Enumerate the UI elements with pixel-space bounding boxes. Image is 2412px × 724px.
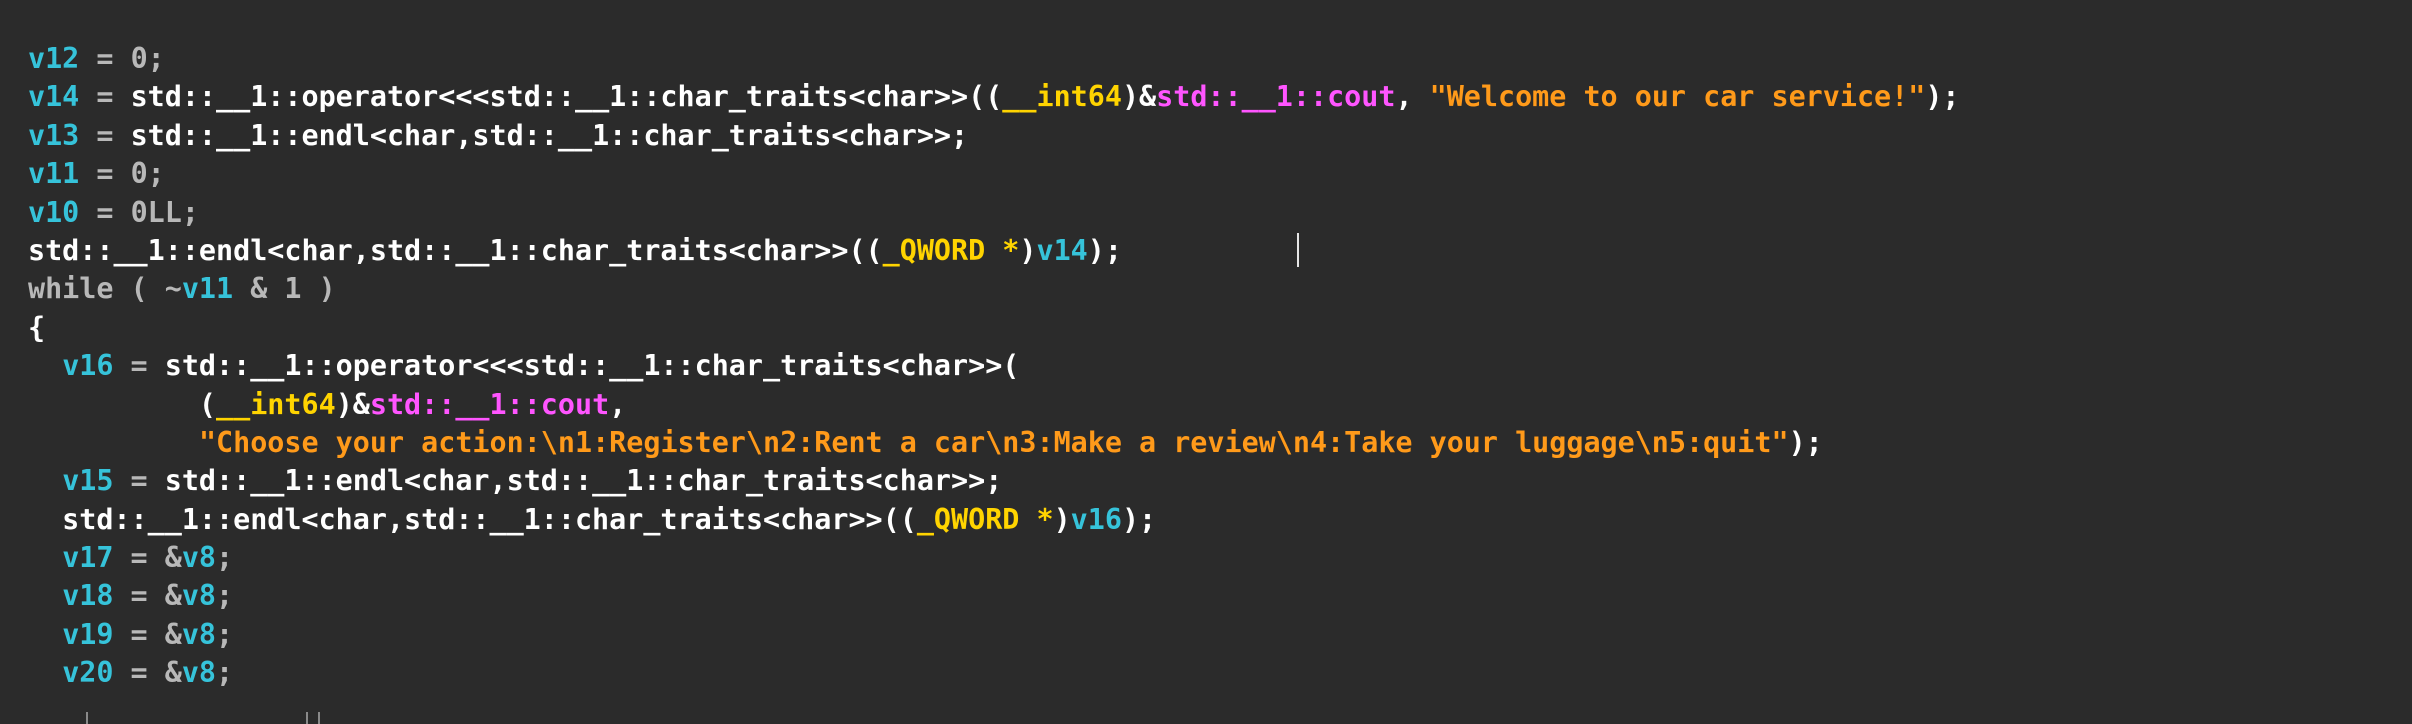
code-token-plain: std::__1::endl<char,std::__1::char_trait…	[28, 233, 883, 267]
code-token-op: ;	[216, 617, 234, 651]
code-editor[interactable]: v12 = 0; v14 = std::__1::operator<<<std::…	[0, 0, 2412, 724]
code-token-var: v16	[62, 349, 114, 383]
code-line[interactable]: std::__1::endl<char,std::__1::char_trait…	[28, 501, 1960, 539]
code-token-plain: );	[1925, 80, 1960, 114]
code-line[interactable]: v13 = std::__1::endl<char,std::__1::char…	[28, 117, 1960, 155]
code-token-type: __int64	[1002, 80, 1122, 114]
code-token-op: ;	[216, 579, 234, 613]
code-line[interactable]: {	[28, 309, 1960, 347]
code-token-plain: )	[1053, 502, 1071, 536]
next-line-fragment	[0, 712, 340, 724]
code-token-op: & 1 )	[233, 272, 336, 306]
text-cursor	[1297, 233, 1299, 267]
code-line[interactable]: v11 = 0;	[28, 155, 1960, 193]
code-token-type: __int64	[216, 387, 336, 421]
code-token-op: ;	[216, 656, 234, 690]
code-token-op: ;	[181, 195, 199, 229]
code-token-plain: );	[1788, 425, 1823, 459]
code-token-plain: std::__1::endl<char,std::__1::char_trait…	[164, 464, 1003, 498]
code-token-type: _QWORD *	[916, 502, 1054, 536]
code-token-plain: {	[28, 310, 46, 344]
code-token-plain: );	[1121, 502, 1157, 536]
code-token-op: =	[79, 157, 131, 191]
code-token-var: v14	[1036, 233, 1088, 267]
code-token-kw: while	[28, 272, 114, 306]
code-line[interactable]: v20 = &v8;	[28, 654, 1960, 692]
code-token-var: v8	[181, 579, 217, 613]
code-token-str: "Welcome to our car service!"	[1429, 80, 1926, 114]
code-line[interactable]: v15 = std::__1::endl<char,std::__1::char…	[28, 462, 1960, 500]
code-line[interactable]: (__int64)&std::__1::cout,	[28, 386, 1960, 424]
code-token-op: ;	[147, 42, 165, 75]
code-token-var: v14	[28, 80, 80, 114]
code-token-num: 0LL	[130, 195, 182, 229]
code-token-op: ;	[147, 157, 165, 191]
code-token-plain: std::__1::endl<char,std::__1::char_trait…	[28, 502, 917, 536]
code-token-op: ( ~	[113, 272, 182, 306]
code-token-plain: (	[28, 387, 217, 421]
code-token-plain: )&	[335, 387, 370, 421]
code-token-op: = &	[113, 541, 182, 575]
code-token-op: =	[79, 80, 131, 114]
code-token-op: =	[79, 195, 131, 229]
code-token-plain: )&	[1121, 80, 1157, 114]
code-token-op: =	[113, 349, 165, 383]
code-token-glob: std::__1::cout	[1156, 80, 1396, 114]
code-token-op: = &	[113, 656, 182, 690]
code-token-str: "Choose your action:\n1:Register\n2:Rent…	[198, 425, 1789, 459]
code-token-var: v12	[28, 42, 80, 75]
code-line[interactable]: v17 = &v8;	[28, 539, 1960, 577]
code-token-var: v16	[1070, 502, 1122, 536]
code-token-var: v8	[181, 656, 217, 690]
code-token-plain: ,	[609, 387, 627, 421]
code-token-var: v11	[28, 157, 80, 191]
code-token-var: v20	[62, 656, 114, 690]
code-token-var: v17	[62, 541, 114, 575]
code-token-op: = &	[113, 617, 182, 651]
code-token-plain: std::__1::operator<<<std::__1::char_trai…	[130, 80, 1003, 114]
code-token-op: =	[79, 118, 131, 152]
code-line[interactable]: v10 = 0LL;	[28, 194, 1960, 232]
code-token-var: v11	[181, 272, 234, 306]
code-line[interactable]: std::__1::endl<char,std::__1::char_trait…	[28, 232, 1960, 270]
code-token-var: v13	[28, 118, 80, 152]
code-token-num: 0	[130, 157, 148, 191]
decompiled-code[interactable]: v12 = 0; v14 = std::__1::operator<<<std::…	[28, 40, 1960, 693]
code-token-plain: ,	[1395, 80, 1430, 114]
code-line[interactable]: v14 = std::__1::operator<<<std::__1::cha…	[28, 78, 1960, 116]
partial-glyph	[86, 712, 88, 724]
code-token-plain: )	[1019, 233, 1037, 267]
code-token-op: =	[79, 42, 131, 75]
code-token-var: v18	[62, 579, 114, 613]
code-line[interactable]: v19 = &v8;	[28, 616, 1960, 654]
code-token-var: v10	[28, 195, 80, 229]
code-token-plain: );	[1087, 233, 1122, 267]
code-token-var: v8	[181, 617, 217, 651]
code-token-plain: std::__1::operator<<<std::__1::char_trai…	[164, 349, 1020, 383]
partial-glyph	[318, 712, 320, 724]
code-line[interactable]: v12 = 0;	[28, 40, 1960, 78]
code-token-op: ;	[216, 541, 234, 575]
partial-glyph	[306, 712, 308, 724]
code-token-var: v15	[62, 464, 114, 498]
code-token-var: v8	[181, 541, 217, 575]
code-line[interactable]: while ( ~v11 & 1 )	[28, 270, 1960, 308]
code-line[interactable]: v16 = std::__1::operator<<<std::__1::cha…	[28, 347, 1960, 385]
code-token-glob: std::__1::cout	[369, 387, 610, 421]
code-token-num: 0	[130, 42, 148, 75]
code-line[interactable]: v18 = &v8;	[28, 577, 1960, 615]
code-token-op: = &	[113, 579, 182, 613]
code-token-op: =	[113, 464, 165, 498]
code-token-type: _QWORD *	[882, 233, 1020, 267]
code-token-plain: std::__1::endl<char,std::__1::char_trait…	[130, 118, 969, 152]
code-token-var: v19	[62, 617, 114, 651]
code-line[interactable]: "Choose your action:\n1:Register\n2:Rent…	[28, 424, 1960, 462]
